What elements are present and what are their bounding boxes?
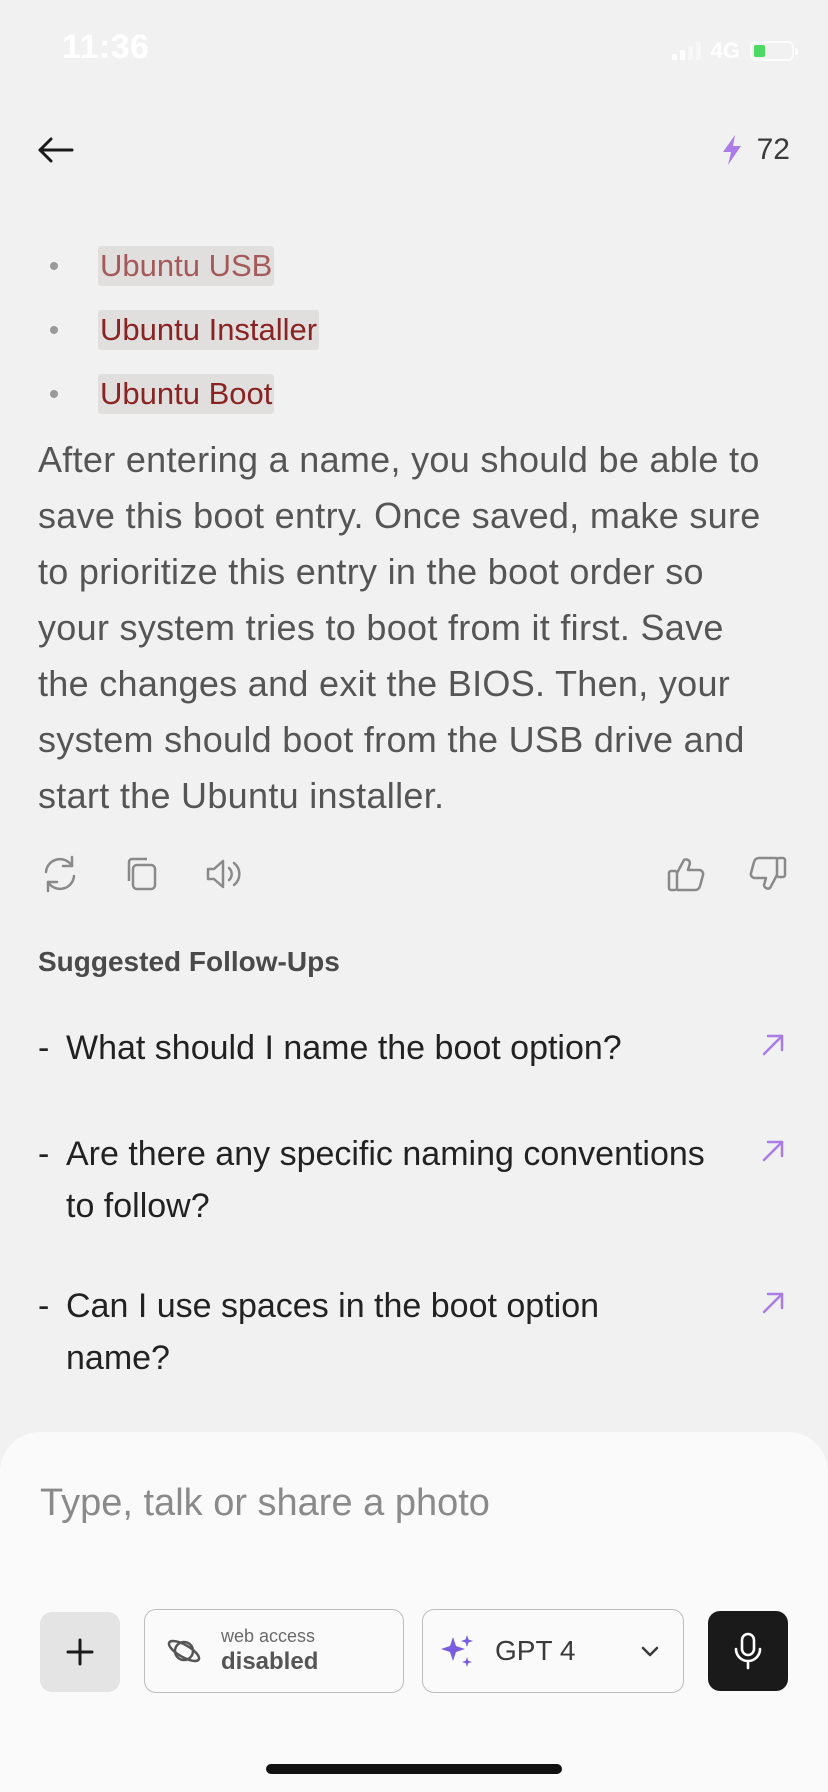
home-indicator — [266, 1764, 562, 1774]
status-indicators: 4G — [671, 38, 798, 64]
thumbs-up-button[interactable] — [664, 852, 708, 896]
signal-icon — [671, 42, 701, 60]
arrow-up-right-icon — [762, 1034, 784, 1056]
code-chip: Ubuntu Boot — [98, 374, 275, 414]
list-item: Ubuntu Installer — [38, 298, 320, 362]
plus-icon — [66, 1638, 94, 1666]
suggested-heading: Suggested Follow-Ups — [38, 946, 340, 977]
speaker-icon — [206, 859, 241, 889]
battery-icon — [750, 41, 798, 61]
thumbs-up-icon — [667, 858, 705, 892]
followup-text: What should I name the boot option? — [66, 1029, 622, 1067]
model-label: GPT 4 — [495, 1635, 576, 1666]
microphone-icon — [734, 1632, 762, 1670]
web-access-label: web access disabled — [221, 1625, 318, 1677]
thumbs-down-button[interactable] — [746, 852, 790, 896]
credits-value: 72 — [756, 133, 790, 166]
regenerate-icon — [44, 855, 76, 893]
option-list: Ubuntu USB Ubuntu Installer Ubuntu Boot — [38, 234, 320, 426]
code-chip: Ubuntu Installer — [98, 310, 320, 350]
list-item: Ubuntu Boot — [38, 362, 319, 426]
sparkle-icon — [441, 1635, 473, 1667]
list-item: Ubuntu USB — [38, 234, 319, 298]
planet-icon — [167, 1639, 201, 1663]
web-access-toggle[interactable]: web access disabled — [144, 1609, 404, 1693]
back-button[interactable] — [36, 130, 76, 170]
thumbs-down-icon — [749, 856, 787, 890]
model-selector[interactable]: GPT 4 — [422, 1609, 684, 1693]
followup-text: Can I use spaces in the boot option name… — [66, 1287, 600, 1377]
message-input[interactable] — [40, 1482, 780, 1525]
copy-button[interactable] — [120, 852, 164, 896]
copy-icon — [127, 857, 157, 891]
followup-item[interactable]: - What should I name the boot option? — [38, 1022, 790, 1074]
arrow-up-right-icon — [762, 1292, 784, 1314]
answer-paragraph: After entering a name, you should be abl… — [38, 439, 761, 816]
web-access-state: disabled — [221, 1648, 319, 1675]
bullet-dot — [50, 326, 58, 334]
bullet-dot — [50, 262, 58, 270]
web-access-caption: web access — [221, 1626, 316, 1646]
composer-panel: web access disabled GPT 4 — [0, 1432, 828, 1792]
arrow-left-icon — [38, 137, 74, 163]
regenerate-button[interactable] — [38, 852, 82, 896]
lightning-bolt-icon — [722, 135, 741, 165]
status-time: 11:36 — [62, 28, 150, 66]
add-attachment-button[interactable] — [40, 1612, 120, 1692]
battery-level — [754, 45, 765, 57]
read-aloud-button[interactable] — [202, 852, 246, 896]
status-bar: 11:36 4G — [0, 0, 828, 100]
followup-text: Are there any specific naming convention… — [66, 1135, 705, 1225]
followup-item[interactable]: - Are there any specific naming conventi… — [38, 1128, 790, 1232]
code-chip: Ubuntu USB — [98, 246, 275, 286]
bullet-dot — [50, 390, 58, 398]
followup-item[interactable]: - Can I use spaces in the boot option na… — [38, 1280, 790, 1384]
chevron-down-icon — [641, 1646, 659, 1657]
arrow-up-right-icon — [762, 1140, 784, 1162]
message-actions — [38, 852, 790, 896]
network-label: 4G — [710, 38, 740, 63]
voice-input-button[interactable] — [708, 1611, 788, 1691]
credits-counter[interactable]: 72 — [721, 133, 790, 167]
